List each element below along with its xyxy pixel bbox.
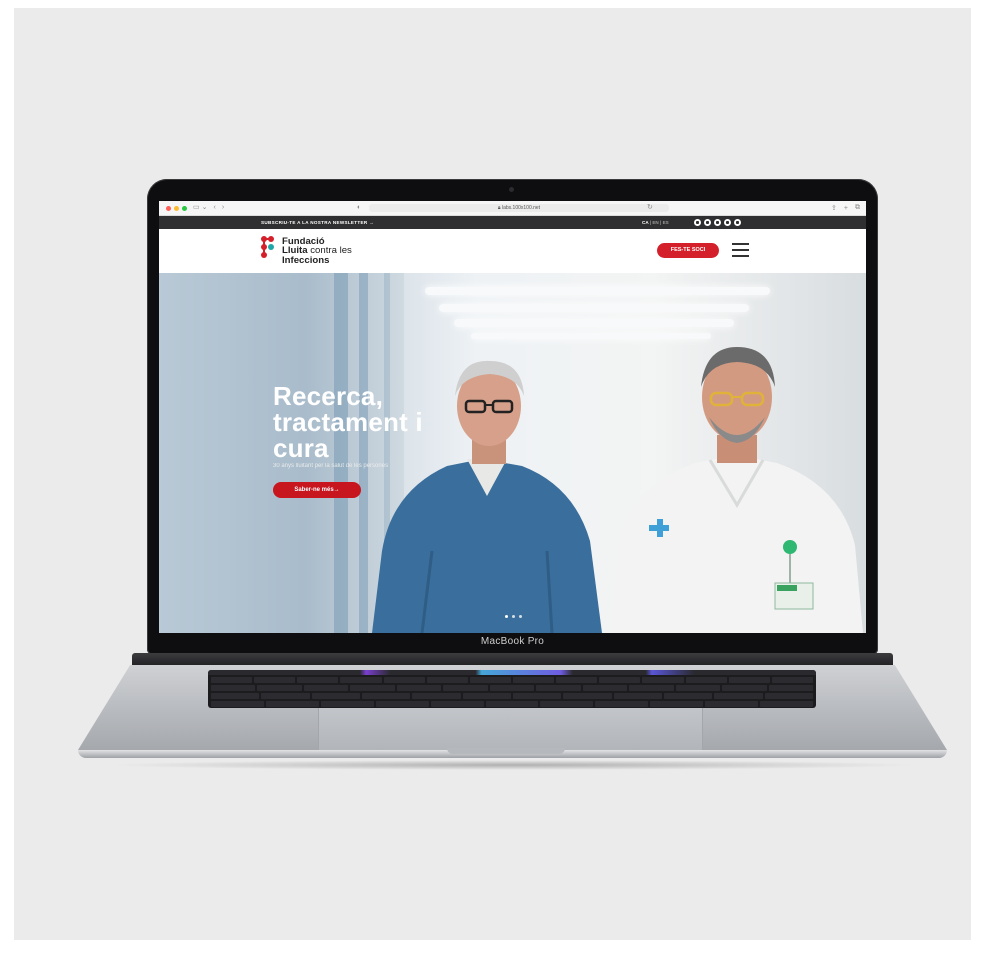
youtube-icon[interactable] bbox=[734, 219, 741, 226]
camera-dot bbox=[509, 187, 514, 192]
shield-icon: ◐ bbox=[357, 204, 362, 211]
twitter-icon[interactable] bbox=[714, 219, 721, 226]
language-switcher: CA | EN | ES bbox=[642, 220, 669, 225]
carousel-dot[interactable] bbox=[512, 615, 515, 618]
carousel-dot[interactable] bbox=[519, 615, 522, 618]
keyboard bbox=[208, 670, 816, 708]
forward-icon[interactable]: › bbox=[222, 201, 224, 215]
announcement-bar: SUBSCRIU-TE A LA NOSTRA NEWSLETTER → CA … bbox=[159, 216, 866, 229]
trackpad bbox=[318, 708, 703, 750]
lang-ca[interactable]: CA bbox=[642, 220, 648, 225]
laptop-hinge bbox=[132, 653, 893, 667]
sidebar-icon[interactable]: ▭ bbox=[193, 201, 200, 215]
hamburger-icon[interactable] bbox=[732, 243, 749, 257]
instagram-icon[interactable] bbox=[704, 219, 711, 226]
hero-banner: Recerca, tractament i cura 30 anys lluit… bbox=[159, 273, 866, 633]
background: ▭ ⌄ ‹ › ◐ 🔒︎ labs.100x100.net ↻ ⇪ + ⧉ SU… bbox=[14, 8, 971, 940]
touch-bar bbox=[208, 670, 816, 675]
lang-en[interactable]: EN bbox=[652, 220, 658, 225]
tabs-icon[interactable]: ⧉ bbox=[855, 204, 860, 212]
site-header: Fundació Lluita contra les Infeccions FE… bbox=[159, 229, 866, 273]
laptop-lid: ▭ ⌄ ‹ › ◐ 🔒︎ labs.100x100.net ↻ ⇪ + ⧉ SU… bbox=[147, 179, 878, 655]
address-bar[interactable]: 🔒︎ labs.100x100.net bbox=[369, 204, 669, 212]
share-icon[interactable]: ⇪ bbox=[831, 204, 837, 212]
carousel-indicators bbox=[505, 615, 522, 618]
lock-icon: 🔒︎ bbox=[497, 205, 501, 211]
laptop-model-label: MacBook Pro bbox=[480, 636, 545, 647]
facebook-icon[interactable] bbox=[694, 219, 701, 226]
browser-screen: ▭ ⌄ ‹ › ◐ 🔒︎ labs.100x100.net ↻ ⇪ + ⧉ SU… bbox=[159, 201, 866, 633]
plus-icon[interactable]: + bbox=[844, 205, 848, 212]
zoom-window-button[interactable] bbox=[182, 205, 187, 211]
hero-subtitle: 30 anys lluitant per la salut de les per… bbox=[273, 463, 389, 469]
browser-toolbar: ▭ ⌄ ‹ › ◐ 🔒︎ labs.100x100.net ↻ ⇪ + ⧉ bbox=[159, 201, 866, 216]
minimize-window-button[interactable] bbox=[174, 205, 179, 211]
newsletter-link[interactable]: SUBSCRIU-TE A LA NOSTRA NEWSLETTER → bbox=[261, 216, 374, 229]
carousel-dot[interactable] bbox=[505, 615, 508, 618]
doctor-photo bbox=[610, 347, 863, 633]
logo-wordmark[interactable]: Fundació Lluita contra les Infeccions bbox=[282, 237, 352, 265]
lang-es[interactable]: ES bbox=[663, 220, 669, 225]
linkedin-icon[interactable] bbox=[724, 219, 731, 226]
hero-title: Recerca, tractament i cura bbox=[273, 381, 423, 463]
social-links bbox=[694, 219, 741, 226]
url-text: labs.100x100.net bbox=[501, 205, 541, 211]
lid-opening-notch bbox=[447, 748, 565, 754]
become-member-button[interactable]: FES-TE SOCI bbox=[657, 243, 719, 258]
back-icon[interactable]: ‹ bbox=[214, 201, 216, 215]
chevron-down-icon[interactable]: ⌄ bbox=[202, 201, 208, 215]
reload-icon[interactable]: ↻ bbox=[647, 201, 653, 215]
laptop-shadow bbox=[106, 760, 919, 770]
learn-more-button[interactable]: Saber-ne més→ bbox=[273, 482, 361, 498]
close-window-button[interactable] bbox=[166, 205, 171, 211]
